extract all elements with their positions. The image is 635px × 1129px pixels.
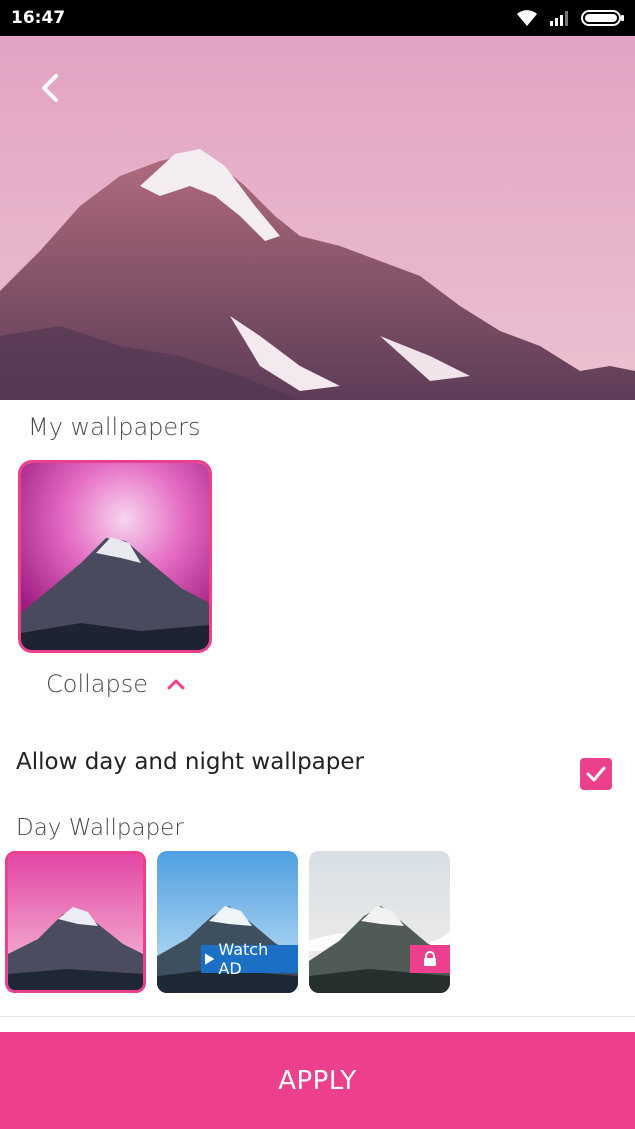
hero-wallpaper-preview	[0, 36, 635, 400]
chevron-up-icon	[167, 679, 185, 690]
day-wallpaper-title: Day Wallpaper	[16, 815, 184, 841]
day-night-checkbox[interactable]	[580, 758, 612, 790]
my-wallpapers-title: My wallpapers	[28, 413, 201, 441]
status-bar: 16:47	[0, 0, 635, 36]
check-icon	[586, 766, 606, 782]
back-arrow-icon	[42, 74, 58, 102]
battery-icon	[581, 10, 624, 26]
watch-ad-label: Watch AD	[218, 940, 269, 978]
day-wallpaper-option-cloudy[interactable]	[309, 851, 450, 993]
day-wallpaper-option-blue[interactable]: Watch AD	[157, 851, 298, 993]
lock-badge	[410, 945, 450, 973]
collapse-label: Collapse	[46, 670, 148, 698]
day-wallpaper-option-pink[interactable]	[5, 851, 146, 993]
back-button[interactable]	[28, 66, 72, 110]
status-icons	[515, 8, 625, 28]
my-wallpaper-thumbnail[interactable]	[18, 460, 212, 653]
wifi-icon	[517, 10, 537, 26]
watch-ad-badge: Watch AD	[201, 940, 298, 978]
collapse-toggle[interactable]: Collapse	[46, 670, 186, 698]
apply-button[interactable]: APPLY	[0, 1032, 635, 1129]
play-icon	[205, 953, 215, 965]
lock-icon	[424, 951, 436, 966]
divider	[0, 1016, 635, 1017]
status-time: 16:47	[11, 8, 66, 28]
signal-icon	[550, 11, 568, 26]
day-night-label: Allow day and night wallpaper	[16, 749, 364, 775]
